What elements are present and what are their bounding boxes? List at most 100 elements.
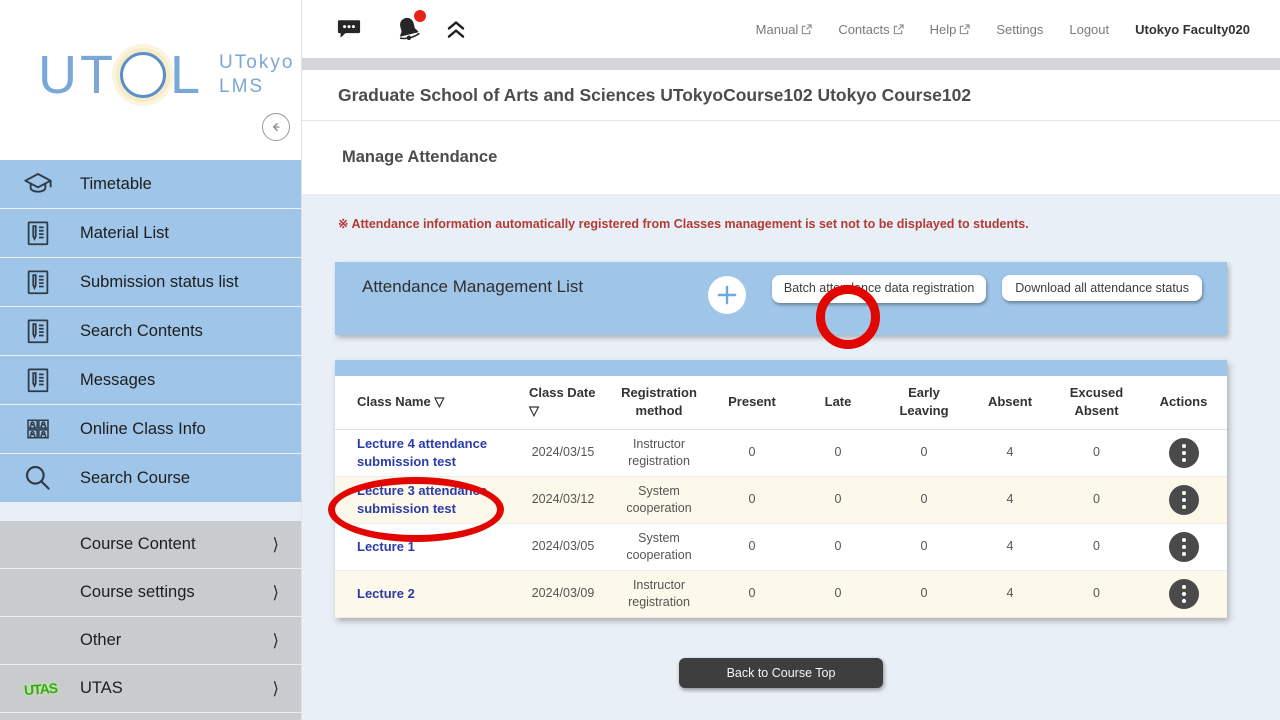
excused-absent-count: 0: [1053, 476, 1140, 523]
help-link[interactable]: Help: [930, 22, 971, 37]
chevron-right-icon: ⟩: [272, 679, 279, 699]
table-row: Lecture 1 2024/03/05 System cooperation …: [335, 523, 1227, 570]
early-leaving-count: 0: [881, 523, 967, 570]
sidebar-item-label: Search Course: [80, 469, 190, 488]
excused-absent-count: 0: [1053, 429, 1140, 476]
sidebar-item-online-class-info[interactable]: Online Class Info: [0, 405, 301, 454]
row-actions-menu-button[interactable]: [1169, 485, 1199, 515]
double-chevron-up-icon: [443, 16, 469, 42]
sidebar-item-search-course[interactable]: Search Course: [0, 454, 301, 503]
app-window: UT L UTokyo LMS Timetable Material L: [0, 0, 1280, 720]
kebab-icon: [1182, 538, 1186, 542]
sidebar-collapse-button[interactable]: [262, 113, 290, 141]
sidebar-group-utas[interactable]: UTAS UTAS ⟩: [0, 665, 301, 713]
row-actions-menu-button[interactable]: [1169, 532, 1199, 562]
settings-link[interactable]: Settings: [996, 22, 1043, 37]
add-attendance-button[interactable]: [708, 276, 746, 314]
main-area: Manual Contacts Help Settings Logout Uto…: [302, 0, 1280, 720]
chevron-right-icon: ⟩: [272, 583, 279, 603]
sidebar-item-label: Timetable: [80, 175, 152, 194]
kebab-icon: [1182, 444, 1186, 448]
header-class-date[interactable]: Class Date ▽: [517, 376, 609, 429]
sidebar-item-material-list[interactable]: Material List: [0, 209, 301, 258]
class-link[interactable]: Lecture 4 attendance submission test: [357, 436, 487, 469]
sidebar-item-messages[interactable]: Messages: [0, 356, 301, 405]
absent-count: 4: [967, 429, 1053, 476]
logo-area: UT L UTokyo LMS: [0, 0, 301, 160]
header-class-name[interactable]: Class Name ▽: [335, 376, 517, 429]
logout-link[interactable]: Logout: [1069, 22, 1109, 37]
sidebar-group-course-content[interactable]: Course Content ⟩: [0, 521, 301, 569]
sidebar-group-label: Other: [80, 631, 272, 650]
sidebar-item-label: Material List: [80, 224, 169, 243]
page-title: Manage Attendance: [342, 148, 497, 167]
batch-attendance-button[interactable]: Batch attendance data registration: [772, 275, 986, 303]
collapse-topbar-button[interactable]: [443, 16, 469, 42]
row-actions-menu-button[interactable]: [1169, 438, 1199, 468]
sidebar-group-course-settings[interactable]: Course settings ⟩: [0, 569, 301, 617]
sidebar-item-submission-status-list[interactable]: Submission status list: [0, 258, 301, 307]
table-row: Lecture 4 attendance submission test 202…: [335, 429, 1227, 476]
class-link[interactable]: Lecture 1: [357, 539, 415, 554]
chevron-right-icon: ⟩: [272, 535, 279, 555]
back-to-course-top-button[interactable]: Back to Course Top: [679, 658, 884, 688]
class-link[interactable]: Lecture 2: [357, 586, 415, 601]
row-actions-menu-button[interactable]: [1169, 579, 1199, 609]
header-registration-method: Registration method: [609, 376, 709, 429]
attendance-table: Class Name ▽ Class Date ▽ Registration m…: [335, 360, 1227, 618]
sidebar-item-timetable[interactable]: Timetable: [0, 160, 301, 209]
attendance-notice: ※ Attendance information automatically r…: [338, 216, 1280, 231]
present-count: 0: [709, 429, 795, 476]
late-count: 0: [795, 476, 881, 523]
header-early-leaving: Early Leaving: [881, 376, 967, 429]
external-link-icon: [893, 24, 904, 35]
username[interactable]: Utokyo Faculty020: [1135, 22, 1250, 37]
back-button-row: Back to Course Top: [335, 658, 1227, 688]
notification-badge: [414, 10, 426, 22]
table-top-strip: [335, 360, 1227, 376]
contacts-link[interactable]: Contacts: [838, 22, 903, 37]
class-date: 2024/03/09: [517, 570, 609, 617]
table-row: Lecture 3 attendance submission test 202…: [335, 476, 1227, 523]
header-late: Late: [795, 376, 881, 429]
clipboard-icon: [20, 313, 56, 349]
class-date: 2024/03/05: [517, 523, 609, 570]
class-link[interactable]: Lecture 3 attendance submission test: [357, 483, 487, 516]
magnifier-icon: [20, 460, 56, 496]
plus-icon: [714, 282, 740, 308]
table-row: Lecture 2 2024/03/09 Instructor registra…: [335, 570, 1227, 617]
external-link-icon: [959, 24, 970, 35]
present-count: 0: [709, 523, 795, 570]
logo-text-left: UT: [38, 48, 116, 102]
chat-bubble-icon: [335, 15, 363, 43]
sidebar-item-label: Search Contents: [80, 322, 203, 341]
class-date: 2024/03/15: [517, 429, 609, 476]
registration-method: System cooperation: [609, 523, 709, 570]
external-link-icon: [801, 24, 812, 35]
download-attendance-button[interactable]: Download all attendance status: [1002, 275, 1202, 301]
page-title-bar: Manage Attendance: [302, 121, 1280, 194]
content-area: ※ Attendance information automatically r…: [302, 194, 1280, 720]
absent-count: 4: [967, 476, 1053, 523]
group-icon-slot: UTAS: [24, 681, 80, 697]
sidebar-group-other[interactable]: Other ⟩: [0, 617, 301, 665]
sidebar-item-label: Submission status list: [80, 273, 239, 292]
kebab-icon: [1182, 491, 1186, 495]
notifications-button[interactable]: [393, 14, 423, 44]
chat-button[interactable]: [335, 15, 363, 43]
course-title: Graduate School of Arts and Sciences UTo…: [338, 85, 971, 106]
sidebar-item-search-contents[interactable]: Search Contents: [0, 307, 301, 356]
table-header-row: Class Name ▽ Class Date ▽ Registration m…: [335, 376, 1227, 429]
people-grid-icon: [20, 411, 56, 447]
graduation-cap-icon: [20, 166, 56, 202]
manual-link[interactable]: Manual: [756, 22, 813, 37]
chevron-right-icon: ⟩: [272, 631, 279, 651]
sidebar: UT L UTokyo LMS Timetable Material L: [0, 0, 302, 720]
sidebar-groups: Course Content ⟩ Course settings ⟩ Other…: [0, 521, 301, 720]
registration-method: Instructor registration: [609, 429, 709, 476]
panel-title: Attendance Management List: [362, 277, 583, 297]
clipboard-icon: [20, 215, 56, 251]
clipboard-icon: [20, 264, 56, 300]
attendance-panel-header: Attendance Management List Batch attenda…: [335, 262, 1227, 335]
kebab-icon: [1182, 585, 1186, 589]
